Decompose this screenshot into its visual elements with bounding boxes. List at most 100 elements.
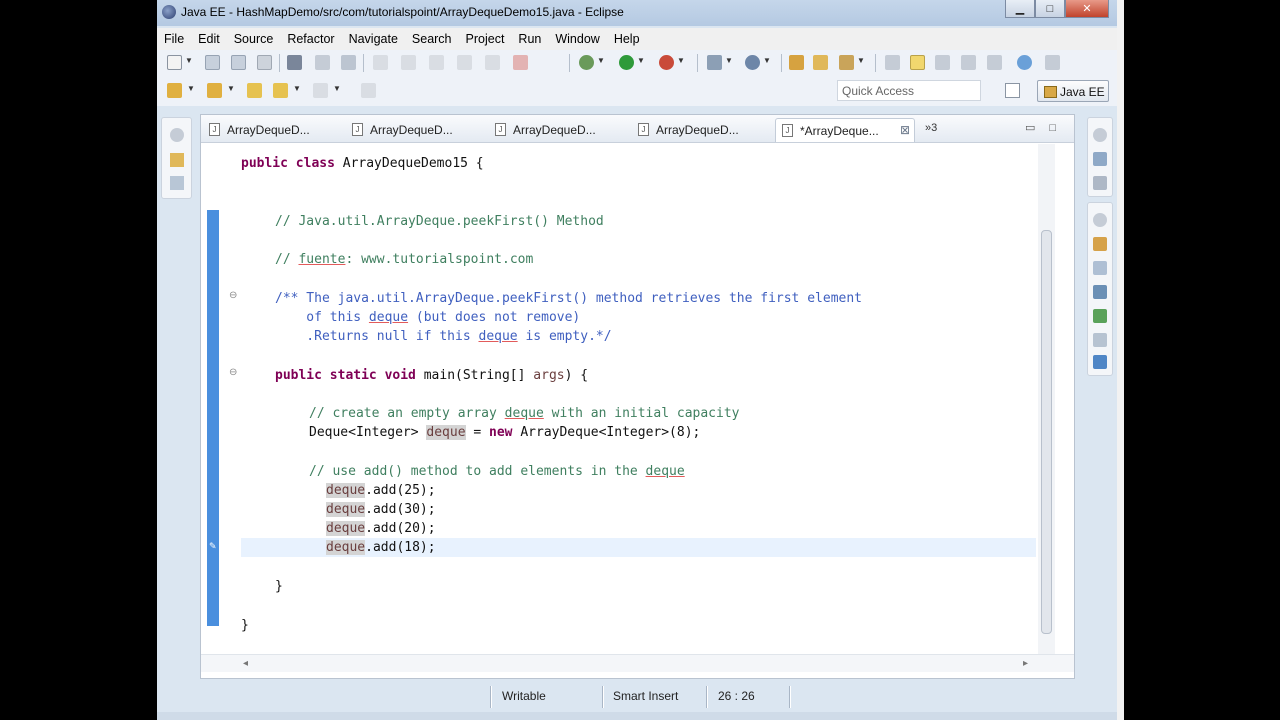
tree-icon[interactable] <box>341 55 356 70</box>
task-list-icon[interactable] <box>1093 176 1107 190</box>
code-line: // create an empty array deque with an i… <box>309 406 740 421</box>
chevron-down-icon[interactable]: ▼ <box>597 57 605 65</box>
tab-overflow-indicator[interactable]: »3 <box>925 122 937 134</box>
snippets-icon[interactable] <box>1093 333 1107 347</box>
save-icon[interactable] <box>205 55 220 70</box>
data-source-icon[interactable] <box>1093 309 1107 323</box>
chevron-down-icon[interactable]: ▼ <box>763 57 771 65</box>
minimize-button[interactable]: ▁ <box>1005 0 1035 18</box>
chevron-down-icon[interactable]: ▼ <box>333 85 341 93</box>
resume-icon[interactable] <box>457 55 472 70</box>
forward-icon[interactable] <box>313 83 328 98</box>
markers-icon[interactable] <box>1093 237 1107 251</box>
scrollbar-thumb[interactable] <box>1041 230 1052 634</box>
chevron-down-icon[interactable]: ▼ <box>185 57 193 65</box>
chevron-down-icon[interactable]: ▼ <box>677 57 685 65</box>
editor-tab-4[interactable]: J ArrayDequeD... <box>632 118 774 142</box>
annotation-icon[interactable] <box>885 55 900 70</box>
step-icon[interactable] <box>429 55 444 70</box>
quick-access-input[interactable]: Quick Access <box>837 80 981 101</box>
java-ee-perspective-icon <box>1044 86 1057 98</box>
redo-icon[interactable] <box>401 55 416 70</box>
vertical-scrollbar[interactable] <box>1038 144 1055 654</box>
quick-fix-icon[interactable]: ✎ <box>209 541 217 552</box>
menu-file[interactable]: File <box>157 32 191 46</box>
type-hierarchy-icon[interactable] <box>170 176 184 190</box>
menu-source[interactable]: Source <box>227 32 281 46</box>
undo-icon[interactable] <box>373 55 388 70</box>
status-insert-mode: Smart Insert <box>613 689 679 703</box>
block-selection-icon[interactable] <box>961 55 976 70</box>
menu-help[interactable]: Help <box>607 32 647 46</box>
next-annotation-icon[interactable] <box>167 83 182 98</box>
status-bar: Writable Smart Insert 26 : 26 <box>157 684 1124 710</box>
chevron-down-icon[interactable]: ▼ <box>187 85 195 93</box>
debug-icon[interactable] <box>579 55 594 70</box>
scroll-left-icon[interactable]: ◂ <box>243 658 248 669</box>
chevron-down-icon[interactable]: ▼ <box>227 85 235 93</box>
open-type-icon[interactable] <box>789 55 804 70</box>
chevron-down-icon[interactable]: ▼ <box>725 57 733 65</box>
editor-tab-1[interactable]: J ArrayDequeD... <box>203 118 345 142</box>
code-line: // use add() method to add elements in t… <box>309 464 685 479</box>
editor-tab-active[interactable]: J *ArrayDeque... ⊠ <box>775 118 915 142</box>
server-icon[interactable] <box>707 55 722 70</box>
restore-icon[interactable] <box>1093 213 1107 227</box>
project-explorer-icon[interactable] <box>170 153 184 167</box>
menu-run[interactable]: Run <box>511 32 548 46</box>
word-wrap-icon[interactable] <box>935 55 950 70</box>
fold-icon[interactable]: ⊖ <box>229 367 237 378</box>
restore-icon[interactable] <box>1093 128 1107 142</box>
open-folder-icon[interactable] <box>813 55 828 70</box>
last-edit-location-icon[interactable] <box>247 83 262 98</box>
fold-icon[interactable]: ⊖ <box>229 290 237 301</box>
external-tools-icon[interactable] <box>659 55 674 70</box>
last-edit-icon[interactable] <box>1045 55 1060 70</box>
restore-icon[interactable] <box>170 128 184 142</box>
properties-icon[interactable] <box>1093 261 1107 275</box>
change-ruler <box>207 210 219 626</box>
search-tool-icon[interactable] <box>839 55 854 70</box>
menu-navigate[interactable]: Navigate <box>342 32 405 46</box>
perspective-java-ee-button[interactable]: Java EE <box>1037 80 1109 102</box>
save-all-icon[interactable] <box>231 55 246 70</box>
chevron-down-icon[interactable]: ▼ <box>637 57 645 65</box>
horizontal-scrollbar[interactable]: ◂ ▸ <box>201 654 1074 672</box>
print-icon[interactable] <box>257 55 272 70</box>
maximize-button[interactable]: □ <box>1035 0 1065 18</box>
menu-refactor[interactable]: Refactor <box>280 32 341 46</box>
close-tab-icon[interactable]: ⊠ <box>900 123 910 137</box>
editor-tab-2[interactable]: J ArrayDequeD... <box>346 118 488 142</box>
chevron-down-icon[interactable]: ▼ <box>857 57 865 65</box>
run-icon[interactable] <box>619 55 634 70</box>
menu-project[interactable]: Project <box>459 32 512 46</box>
menu-edit[interactable]: Edit <box>191 32 227 46</box>
skip-breakpoints-icon[interactable] <box>315 55 330 70</box>
back-icon[interactable] <box>273 83 288 98</box>
browser-icon[interactable] <box>1017 55 1032 70</box>
console-icon[interactable] <box>1093 355 1107 369</box>
close-window-button[interactable]: ✕ <box>1065 0 1109 18</box>
pin-editor-icon[interactable] <box>361 83 376 98</box>
chevron-down-icon[interactable]: ▼ <box>293 85 301 93</box>
outline-icon[interactable] <box>1093 152 1107 166</box>
new-icon[interactable] <box>167 55 182 70</box>
previous-annotation-icon[interactable] <box>207 83 222 98</box>
suspend-icon[interactable] <box>485 55 500 70</box>
editor-tab-3[interactable]: J ArrayDequeD... <box>489 118 631 142</box>
servers-icon[interactable] <box>1093 285 1107 299</box>
code-area[interactable]: ⊖ ⊖ ✎ public class ArrayDequeDemo15 { //… <box>201 144 1074 654</box>
editor-minimize-maximize[interactable]: ▭□ <box>1025 121 1070 134</box>
status-cursor-position: 26 : 26 <box>718 689 755 703</box>
code-line: Deque<Integer> deque = new ArrayDeque<In… <box>309 425 701 440</box>
mark-occurrences-icon[interactable] <box>910 55 925 70</box>
menu-window[interactable]: Window <box>548 32 606 46</box>
menu-search[interactable]: Search <box>405 32 459 46</box>
build-icon[interactable] <box>287 55 302 70</box>
globe-icon[interactable] <box>745 55 760 70</box>
scroll-right-icon[interactable]: ▸ <box>1023 658 1028 669</box>
whitespace-icon[interactable] <box>987 55 1002 70</box>
open-perspective-icon[interactable] <box>1005 83 1020 98</box>
main-toolbar: ▼ ▼ ▼ ▼ ▼ ▼ ▼ <box>157 50 1117 76</box>
terminate-icon[interactable] <box>513 55 528 70</box>
